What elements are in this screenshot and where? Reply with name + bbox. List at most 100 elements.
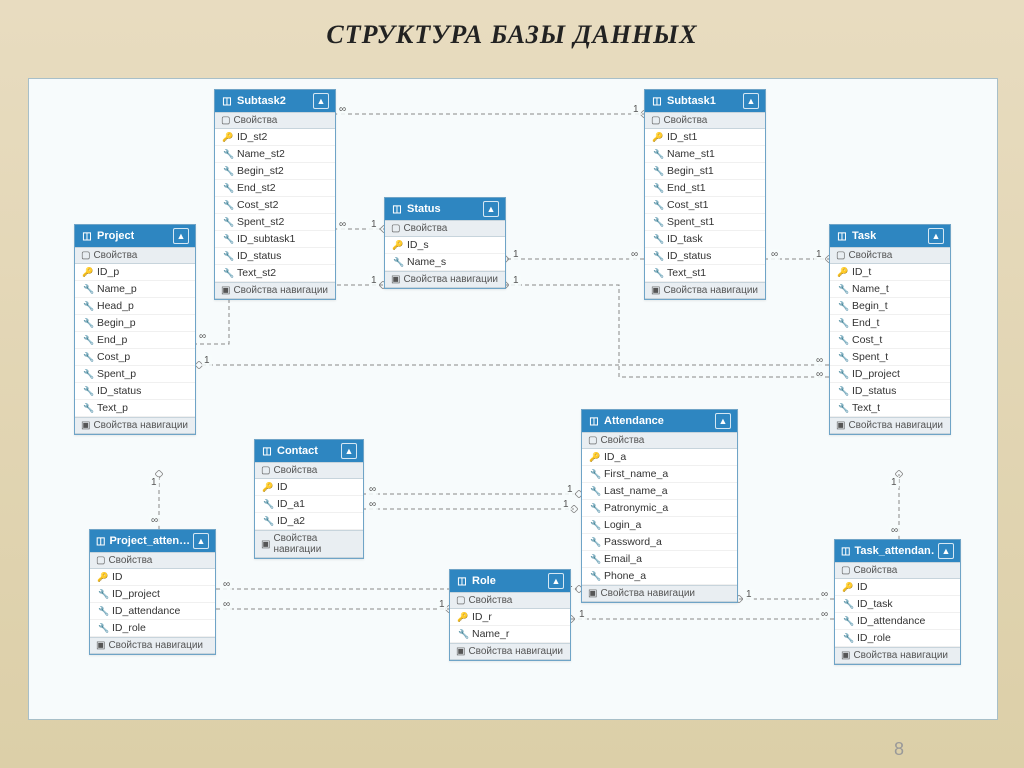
field-row[interactable]: 🔧Name_r (450, 626, 570, 643)
field-row[interactable]: 🔧Name_st1 (645, 146, 765, 163)
field-row[interactable]: 🔧End_st2 (215, 180, 335, 197)
properties-section[interactable]: ▢Свойства (835, 562, 960, 579)
field-row[interactable]: 🔧ID_project (90, 586, 215, 603)
field-row[interactable]: 🔧ID_a2 (255, 513, 363, 530)
field-row[interactable]: 🔧Name_st2 (215, 146, 335, 163)
field-row[interactable]: 🔑ID (835, 579, 960, 596)
field-row[interactable]: 🔧Head_p (75, 298, 195, 315)
nav-properties-section[interactable]: ▣Свойства навигации (450, 643, 570, 660)
field-row[interactable]: 🔧First_name_a (582, 466, 737, 483)
field-row[interactable]: 🔧ID_status (645, 248, 765, 265)
nav-properties-section[interactable]: ▣Свойства навигации (75, 417, 195, 434)
entity-header[interactable]: ◫Attendance▲ (582, 410, 737, 432)
field-row[interactable]: 🔧Email_a (582, 551, 737, 568)
field-row[interactable]: 🔑ID (90, 569, 215, 586)
field-row[interactable]: 🔧Name_t (830, 281, 950, 298)
field-row[interactable]: 🔑ID_st1 (645, 129, 765, 146)
field-row[interactable]: 🔧Spent_t (830, 349, 950, 366)
field-row[interactable]: 🔧ID_subtask1 (215, 231, 335, 248)
field-row[interactable]: 🔧Name_p (75, 281, 195, 298)
field-row[interactable]: 🔑ID (255, 479, 363, 496)
collapse-icon[interactable]: ▲ (715, 413, 731, 429)
field-row[interactable]: 🔧Spent_st2 (215, 214, 335, 231)
field-row[interactable]: 🔧ID_project (830, 366, 950, 383)
field-row[interactable]: 🔧ID_a1 (255, 496, 363, 513)
nav-properties-section[interactable]: ▣Свойства навигации (385, 271, 505, 288)
field-row[interactable]: 🔧Text_t (830, 400, 950, 417)
field-row[interactable]: 🔧ID_task (835, 596, 960, 613)
nav-properties-section[interactable]: ▣Свойства навигации (255, 530, 363, 558)
collapse-icon[interactable]: ▲ (548, 573, 564, 589)
nav-properties-section[interactable]: ▣Свойства навигации (215, 282, 335, 299)
field-row[interactable]: 🔧Begin_t (830, 298, 950, 315)
field-row[interactable]: 🔑ID_t (830, 264, 950, 281)
field-row[interactable]: 🔧End_p (75, 332, 195, 349)
collapse-icon[interactable]: ▲ (341, 443, 357, 459)
field-row[interactable]: 🔧Text_st1 (645, 265, 765, 282)
entity-header[interactable]: ◫Role▲ (450, 570, 570, 592)
field-row[interactable]: 🔑ID_p (75, 264, 195, 281)
field-row[interactable]: 🔧Patronymic_a (582, 500, 737, 517)
field-row[interactable]: 🔧Text_st2 (215, 265, 335, 282)
field-row[interactable]: 🔧Begin_p (75, 315, 195, 332)
entity-header[interactable]: ◫Status▲ (385, 198, 505, 220)
entity-header[interactable]: ◫Task_attendan…▲ (835, 540, 960, 562)
entity-header[interactable]: ◫Project_atten…▲ (90, 530, 215, 552)
entity-task[interactable]: ◫Task▲▢Свойства🔑ID_t🔧Name_t🔧Begin_t🔧End_… (829, 224, 951, 435)
field-row[interactable]: 🔧Cost_st2 (215, 197, 335, 214)
field-row[interactable]: 🔧Name_s (385, 254, 505, 271)
field-row[interactable]: 🔑ID_a (582, 449, 737, 466)
field-row[interactable]: 🔧ID_status (75, 383, 195, 400)
nav-properties-section[interactable]: ▣Свойства навигации (830, 417, 950, 434)
entity-subtask2[interactable]: ◫Subtask2▲▢Свойства🔑ID_st2🔧Name_st2🔧Begi… (214, 89, 336, 300)
field-row[interactable]: 🔧Last_name_a (582, 483, 737, 500)
properties-section[interactable]: ▢Свойства (215, 112, 335, 129)
entity-contact[interactable]: ◫Contact▲▢Свойства🔑ID🔧ID_a1🔧ID_a2▣Свойст… (254, 439, 364, 559)
entity-header[interactable]: ◫Contact▲ (255, 440, 363, 462)
field-row[interactable]: 🔧ID_attendance (835, 613, 960, 630)
field-row[interactable]: 🔧ID_role (90, 620, 215, 637)
field-row[interactable]: 🔧ID_attendance (90, 603, 215, 620)
entity-attendance[interactable]: ◫Attendance▲▢Свойства🔑ID_a🔧First_name_a🔧… (581, 409, 738, 603)
nav-properties-section[interactable]: ▣Свойства навигации (90, 637, 215, 654)
field-row[interactable]: 🔧ID_status (830, 383, 950, 400)
field-row[interactable]: 🔑ID_r (450, 609, 570, 626)
field-row[interactable]: 🔧ID_task (645, 231, 765, 248)
field-row[interactable]: 🔑ID_s (385, 237, 505, 254)
collapse-icon[interactable]: ▲ (193, 533, 209, 549)
field-row[interactable]: 🔧Login_a (582, 517, 737, 534)
field-row[interactable]: 🔧Cost_p (75, 349, 195, 366)
field-row[interactable]: 🔑ID_st2 (215, 129, 335, 146)
field-row[interactable]: 🔧Text_p (75, 400, 195, 417)
entity-header[interactable]: ◫Subtask2▲ (215, 90, 335, 112)
field-row[interactable]: 🔧Cost_t (830, 332, 950, 349)
properties-section[interactable]: ▢Свойства (645, 112, 765, 129)
field-row[interactable]: 🔧Begin_st1 (645, 163, 765, 180)
collapse-icon[interactable]: ▲ (928, 228, 944, 244)
collapse-icon[interactable]: ▲ (313, 93, 329, 109)
collapse-icon[interactable]: ▲ (173, 228, 189, 244)
collapse-icon[interactable]: ▲ (483, 201, 499, 217)
entity-task-attendan[interactable]: ◫Task_attendan…▲▢Свойства🔑ID🔧ID_task🔧ID_… (834, 539, 961, 665)
field-row[interactable]: 🔧ID_role (835, 630, 960, 647)
entity-header[interactable]: ◫Task▲ (830, 225, 950, 247)
collapse-icon[interactable]: ▲ (743, 93, 759, 109)
properties-section[interactable]: ▢Свойства (450, 592, 570, 609)
entity-status[interactable]: ◫Status▲▢Свойства🔑ID_s🔧Name_s▣Свойства н… (384, 197, 506, 289)
field-row[interactable]: 🔧End_st1 (645, 180, 765, 197)
entity-project-atten[interactable]: ◫Project_atten…▲▢Свойства🔑ID🔧ID_project🔧… (89, 529, 216, 655)
field-row[interactable]: 🔧Cost_st1 (645, 197, 765, 214)
entity-header[interactable]: ◫Project▲ (75, 225, 195, 247)
field-row[interactable]: 🔧End_t (830, 315, 950, 332)
entity-role[interactable]: ◫Role▲▢Свойства🔑ID_r🔧Name_r▣Свойства нав… (449, 569, 571, 661)
field-row[interactable]: 🔧Begin_st2 (215, 163, 335, 180)
field-row[interactable]: 🔧Spent_p (75, 366, 195, 383)
properties-section[interactable]: ▢Свойства (255, 462, 363, 479)
entity-subtask1[interactable]: ◫Subtask1▲▢Свойства🔑ID_st1🔧Name_st1🔧Begi… (644, 89, 766, 300)
properties-section[interactable]: ▢Свойства (385, 220, 505, 237)
nav-properties-section[interactable]: ▣Свойства навигации (835, 647, 960, 664)
field-row[interactable]: 🔧ID_status (215, 248, 335, 265)
properties-section[interactable]: ▢Свойства (90, 552, 215, 569)
nav-properties-section[interactable]: ▣Свойства навигации (582, 585, 737, 602)
properties-section[interactable]: ▢Свойства (582, 432, 737, 449)
